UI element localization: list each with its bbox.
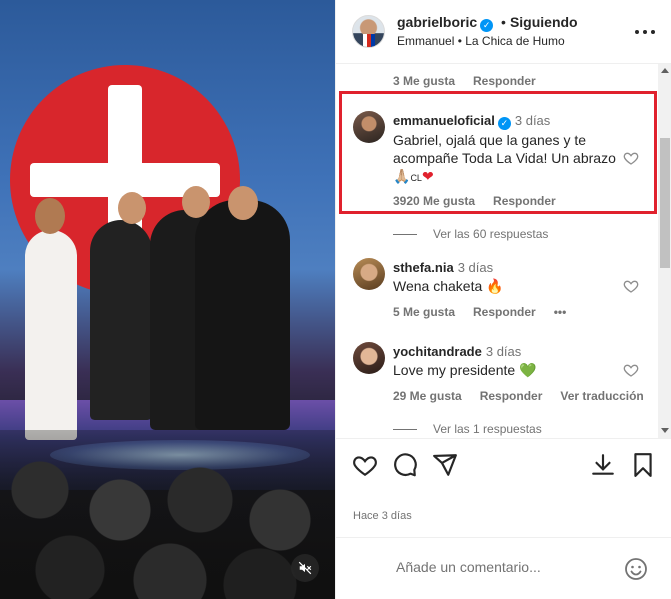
verified-icon: ✓ [480, 19, 494, 32]
person-2 [90, 220, 152, 420]
comment-username[interactable]: emmanueloficial ✓ 3 días [393, 113, 550, 130]
comment-username-text[interactable]: yochitandrade [393, 344, 482, 359]
heart-icon[interactable] [623, 150, 639, 166]
view-replies-button[interactable]: Ver las 60 respuestas [393, 227, 548, 241]
comment-username[interactable]: sthefa.nia 3 días [393, 260, 493, 275]
comment-likes[interactable]: 5 Me gusta [393, 305, 455, 319]
comment-text: Gabriel, ojalá que la ganes y te acompañ… [393, 131, 616, 187]
prev-likes[interactable]: 3 Me gusta [393, 74, 455, 88]
comment-likes[interactable]: 29 Me gusta [393, 389, 462, 403]
reply-button[interactable]: Responder [473, 305, 536, 319]
scroll-up-arrow[interactable] [661, 68, 669, 73]
comment-more-icon[interactable]: ••• [554, 305, 567, 319]
separator-dot: • [501, 14, 506, 30]
comment-line-1: Gabriel, ojalá que la ganes y te [393, 132, 587, 148]
view-replies-button[interactable]: Ver las 1 respuestas [393, 422, 542, 436]
bookmark-icon[interactable] [630, 452, 656, 478]
download-icon[interactable] [590, 452, 616, 478]
verified-icon: ✓ [497, 117, 511, 130]
heart-icon[interactable] [623, 362, 639, 378]
chile-flag-emoji: CL [410, 173, 422, 183]
audience [0, 430, 335, 599]
comment-avatar[interactable] [353, 342, 385, 374]
comment-meta: 5 Me gusta Responder ••• [393, 305, 584, 319]
post-actions-bar [336, 438, 671, 494]
comment-line-3: 🙏🏼CL❤ [393, 167, 616, 187]
scroll-thumb[interactable] [660, 138, 670, 268]
comment-line-2: acompañe Toda La Vida! Un abrazo [393, 150, 616, 166]
author-username-text[interactable]: gabrielboric [397, 14, 477, 30]
head-3 [182, 186, 210, 218]
comment-username-text[interactable]: emmanueloficial [393, 113, 495, 128]
person-4 [195, 200, 290, 430]
post-header: gabrielboric ✓ • Siguiendo Emmanuel • La C… [336, 0, 671, 64]
comment-time: 3 días [457, 260, 494, 275]
comments-scrollbar[interactable] [658, 64, 671, 438]
more-options-icon[interactable] [634, 22, 656, 42]
audio-subtitle[interactable]: Emmanuel • La Chica de Humo [397, 34, 565, 48]
heart-icon[interactable] [623, 278, 639, 294]
head-4 [228, 186, 258, 220]
post-media-video[interactable] [0, 0, 335, 599]
mute-button[interactable] [291, 554, 319, 582]
comment-text: Wena chaketa 🔥 [393, 278, 504, 294]
translate-button[interactable]: Ver traducción [560, 389, 643, 403]
comment-icon[interactable] [392, 452, 418, 478]
reply-button[interactable]: Responder [493, 194, 556, 208]
author-username[interactable]: gabrielboric ✓ • Siguiendo [397, 14, 578, 32]
pray-emoji: 🙏🏼 [393, 168, 411, 184]
add-comment-bar [336, 537, 671, 599]
comment-likes[interactable]: 3920 Me gusta [393, 194, 475, 208]
comments-list[interactable]: 3 Me gusta Responder emmanueloficial ✓ 3 dí… [336, 64, 671, 438]
comment-meta: 29 Me gusta Responder Ver traducción [393, 389, 662, 403]
following-button[interactable]: Siguiendo [510, 14, 578, 30]
comment-input[interactable] [396, 556, 616, 578]
prev-reply-button[interactable]: Responder [473, 74, 536, 88]
red-heart-emoji: ❤ [421, 168, 434, 184]
comment-username-text[interactable]: sthefa.nia [393, 260, 454, 275]
head-1 [35, 198, 65, 234]
reply-button[interactable]: Responder [480, 389, 543, 403]
head-2 [118, 192, 146, 224]
comment-text: Love my presidente 💚 [393, 362, 537, 378]
author-avatar[interactable] [352, 15, 385, 48]
comment-time: 3 días [485, 344, 522, 359]
share-icon[interactable] [432, 452, 458, 478]
heart-icon[interactable] [352, 452, 378, 478]
prev-comment-meta: 3 Me gusta Responder [393, 74, 554, 88]
comment-avatar[interactable] [353, 111, 385, 143]
comment-meta: 3920 Me gusta Responder [393, 194, 574, 208]
scroll-down-arrow[interactable] [661, 428, 669, 433]
comment-username[interactable]: yochitandrade 3 días [393, 344, 521, 359]
comment-avatar[interactable] [353, 258, 385, 290]
post-time[interactable]: Hace 3 días [353, 510, 412, 522]
comment-time: 3 días [514, 113, 551, 128]
mute-icon [298, 561, 312, 575]
person-host [25, 230, 77, 440]
emoji-icon[interactable] [624, 557, 648, 581]
post-panel: gabrielboric ✓ • Siguiendo Emmanuel • La C… [335, 0, 671, 599]
instagram-post-view: gabrielboric ✓ • Siguiendo Emmanuel • La C… [0, 0, 671, 599]
